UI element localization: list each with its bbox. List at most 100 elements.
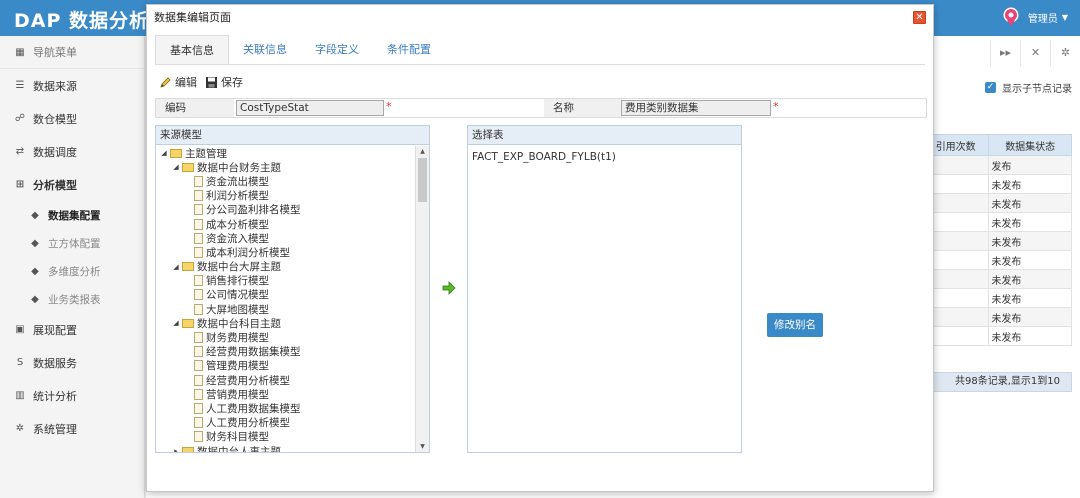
close-icon[interactable]: ✕ — [913, 11, 926, 24]
tree-node[interactable]: 资金流出模型 — [156, 174, 415, 188]
table-row[interactable]: 未发布 — [921, 288, 1072, 308]
sidebar-item-2[interactable]: ☍ 数仓模型 — [0, 102, 144, 135]
tab-0[interactable]: 基本信息 — [155, 35, 229, 65]
table-row[interactable]: 未发布 — [921, 250, 1072, 270]
collapse-icon[interactable]: ◢ — [160, 149, 168, 157]
table-row[interactable]: 未发布 — [921, 269, 1072, 289]
tree-node[interactable]: 管理费用模型 — [156, 359, 415, 373]
tab-1[interactable]: 关联信息 — [229, 35, 301, 65]
selected-table-item[interactable]: FACT_EXP_BOARD_FYLB(t1) — [468, 145, 741, 163]
sidebar-item-12[interactable]: ✲ 系统管理 — [0, 412, 144, 445]
show-children-checkbox[interactable]: ✓ 显示子节点记录 — [985, 80, 1072, 95]
leaf-icon: ◆ — [31, 237, 39, 249]
tree-node[interactable]: 利润分析模型 — [156, 189, 415, 203]
edit-button[interactable]: 编辑 — [159, 74, 197, 90]
table-row[interactable]: 未发布 — [921, 231, 1072, 251]
required-mark: * — [386, 100, 392, 113]
code-input[interactable]: CostTypeStat — [236, 100, 384, 116]
table-row[interactable]: 未发布 — [921, 326, 1072, 346]
leaf-icon: ◆ — [31, 265, 39, 277]
tree-node-label: 公司情况模型 — [206, 289, 269, 302]
tab-2[interactable]: 字段定义 — [301, 35, 373, 65]
user-menu[interactable]: 管理员 ▼ — [1002, 7, 1068, 27]
selected-tables-title: 选择表 — [468, 126, 741, 145]
tree-node[interactable]: ◢ 数据中台科目主题 — [156, 316, 415, 330]
tab-3[interactable]: 条件配置 — [373, 35, 445, 65]
tree-node[interactable]: 财务费用模型 — [156, 330, 415, 344]
collapse-icon[interactable]: ◢ — [172, 163, 180, 171]
table-row[interactable]: 未发布 — [921, 212, 1072, 232]
sidebar-item-10[interactable]: S 数据服务 — [0, 346, 144, 379]
name-label: 名称 — [544, 99, 622, 117]
tree-node[interactable]: 财务科目模型 — [156, 430, 415, 444]
tree-node[interactable]: 成本分析模型 — [156, 217, 415, 231]
tree-node[interactable]: 经营费用数据集模型 — [156, 345, 415, 359]
show-children-label: 显示子节点记录 — [1002, 84, 1072, 95]
sidebar-item-8[interactable]: ◆ 业务类报表 — [0, 285, 144, 313]
user-name: 管理员 — [1027, 13, 1058, 25]
sidebar-item-3[interactable]: ⇄ 数据调度 — [0, 135, 144, 168]
document-icon — [194, 374, 203, 386]
tree-node[interactable]: ▸ 数据中台人事主题 — [156, 444, 415, 452]
tree-node-label: 成本分析模型 — [206, 218, 269, 231]
tree-node-label: 人工费用分析模型 — [206, 417, 290, 430]
sidebar-item-4[interactable]: ⊞ 分析模型 — [0, 168, 144, 201]
add-table-arrow-icon[interactable] — [442, 281, 456, 295]
document-icon — [194, 218, 203, 230]
sidebar-item-1[interactable]: ☰ 数据来源 — [0, 69, 144, 102]
name-input[interactable]: 费用类别数据集 — [621, 100, 771, 116]
basic-info-form: 编码 CostTypeStat * 名称 费用类别数据集 * — [155, 98, 927, 118]
sidebar-item-11[interactable]: ▥ 统计分析 — [0, 379, 144, 412]
sidebar-item-7[interactable]: ◆ 多维度分析 — [0, 257, 144, 285]
forward-icon[interactable]: ▸▸ — [990, 40, 1020, 66]
document-icon — [194, 360, 203, 372]
table-row[interactable]: 发布 — [921, 155, 1072, 175]
sidebar-item-6[interactable]: ◆ 立方体配置 — [0, 229, 144, 257]
table-row[interactable]: 未发布 — [921, 307, 1072, 327]
rename-alias-button[interactable]: 修改别名 — [767, 313, 823, 337]
scroll-thumb[interactable] — [418, 158, 427, 202]
cubes-icon: ☍ — [14, 113, 26, 124]
tree-node[interactable]: 经营费用分析模型 — [156, 373, 415, 387]
tree-node[interactable]: 营销费用模型 — [156, 387, 415, 401]
caret-down-icon: ▼ — [1061, 12, 1068, 22]
database-icon: ☰ — [15, 80, 25, 91]
table-cell: 未发布 — [988, 231, 1072, 251]
sidebar-item-label: 立方体配置 — [48, 237, 101, 250]
sidebar-item-5[interactable]: ◆ 数据集配置 — [0, 201, 144, 229]
tree-node[interactable]: ◢ 数据中台财务主题 — [156, 160, 415, 174]
scroll-up-icon[interactable]: ▲ — [416, 146, 429, 157]
column-header[interactable]: 数据集状态 — [988, 134, 1072, 156]
tree-node[interactable]: 分公司盈利排名模型 — [156, 203, 415, 217]
tree-node[interactable]: 大屏地图模型 — [156, 302, 415, 316]
scroll-down-icon[interactable]: ▼ — [416, 441, 429, 452]
tree-node[interactable]: ◢ 数据中台大屏主题 — [156, 260, 415, 274]
tree-scrollbar[interactable]: ▲ ▼ — [415, 146, 429, 452]
folder-icon — [182, 162, 194, 172]
tree-node[interactable]: 人工费用分析模型 — [156, 416, 415, 430]
dialog-title: 数据集编辑页面 — [154, 11, 231, 24]
required-mark: * — [773, 100, 779, 113]
save-button[interactable]: 保存 — [205, 74, 243, 90]
expand-icon[interactable]: ✕ — [1020, 40, 1050, 66]
tree-node[interactable]: 公司情况模型 — [156, 288, 415, 302]
tree-node[interactable]: 成本利润分析模型 — [156, 245, 415, 259]
document-icon — [194, 417, 203, 429]
expand-icon[interactable]: ▸ — [172, 447, 180, 452]
document-icon — [194, 190, 203, 202]
collapse-icon[interactable]: ◢ — [172, 319, 180, 327]
sidebar-item-9[interactable]: ▣ 展现配置 — [0, 313, 144, 346]
table-row[interactable]: 未发布 — [921, 174, 1072, 194]
settings-icon[interactable]: ✲ — [1050, 40, 1080, 66]
collapse-icon[interactable]: ◢ — [172, 263, 180, 271]
dialog-tabs: 基本信息 关联信息 字段定义 条件配置 — [155, 35, 445, 65]
tree-node-label: 人工费用数据集模型 — [206, 402, 301, 415]
sidebar-item-0[interactable]: ▦ 导航菜单 — [0, 36, 144, 69]
table-row[interactable]: 未发布 — [921, 193, 1072, 213]
tree-node[interactable]: 资金流入模型 — [156, 231, 415, 245]
tree-node[interactable]: 人工费用数据集模型 — [156, 401, 415, 415]
document-icon — [194, 303, 203, 315]
tree-node[interactable]: ◢ 主题管理 — [156, 146, 415, 160]
table-cell: 未发布 — [988, 250, 1072, 270]
tree-node[interactable]: 销售排行模型 — [156, 274, 415, 288]
